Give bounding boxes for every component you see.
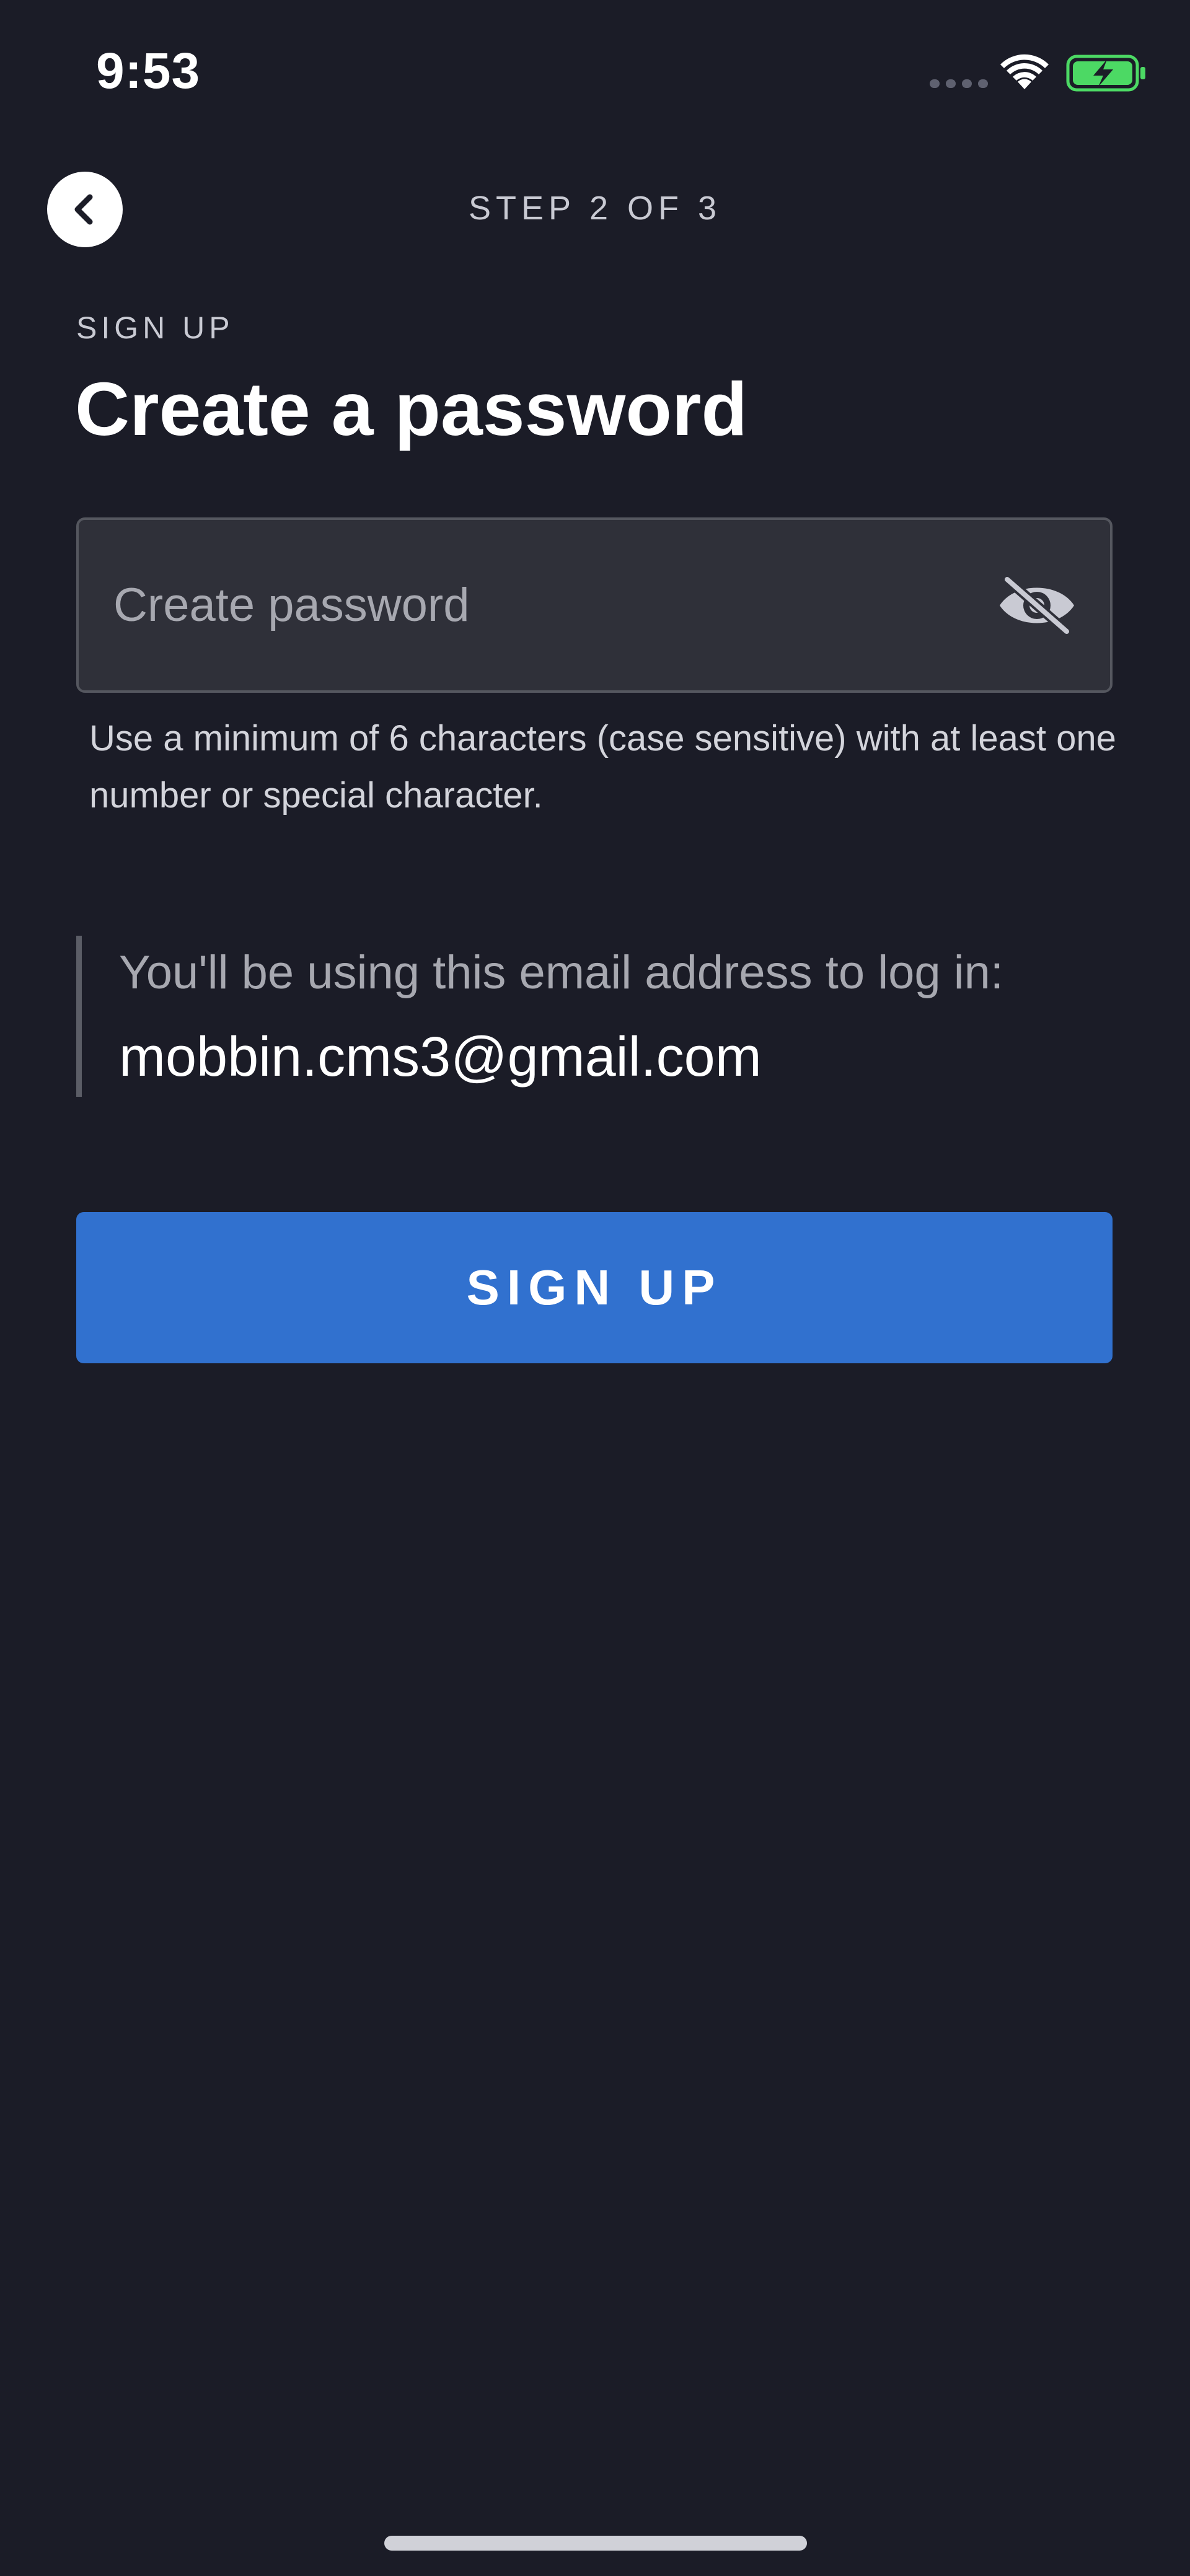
home-indicator: [384, 2536, 807, 2551]
section-overline: SIGN UP: [76, 310, 234, 345]
password-field: [76, 517, 1113, 693]
eye-slash-icon: [1000, 574, 1074, 636]
wifi-icon: [1000, 54, 1049, 89]
login-email: mobbin.cms3@gmail.com: [119, 1026, 762, 1088]
email-note-label: You'll be using this email address to lo…: [119, 946, 1004, 999]
step-indicator: STEP 2 OF 3: [468, 190, 722, 227]
email-note: You'll be using this email address to lo…: [76, 936, 1113, 1097]
sign-up-button[interactable]: SIGN UP: [76, 1212, 1113, 1363]
battery-charging-icon: [1066, 55, 1145, 92]
page-title: Create a password: [75, 367, 747, 451]
password-requirements-text: Use a minimum of 6 characters (case sens…: [89, 718, 1116, 815]
cellular-signal-icon: [930, 79, 989, 88]
status-bar: 9:53: [0, 0, 1190, 149]
status-time: 9:53: [96, 43, 201, 99]
toggle-password-visibility-button[interactable]: [996, 569, 1078, 641]
password-input[interactable]: [113, 520, 969, 690]
